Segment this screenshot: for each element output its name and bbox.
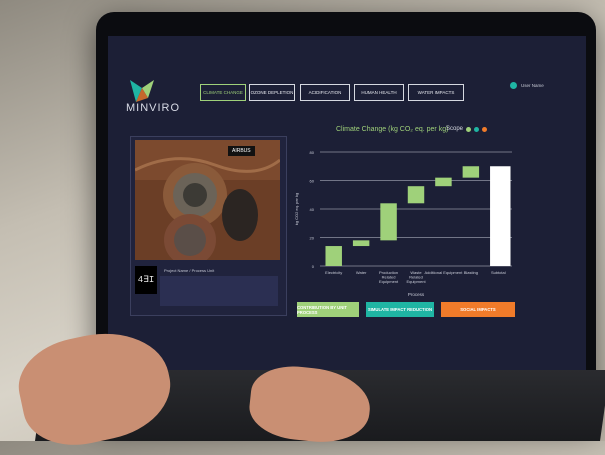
user-menu[interactable]: User Name [510, 82, 544, 89]
x-tick-label: Blasting [464, 270, 478, 275]
thumbnail[interactable]: 4∃I [135, 266, 157, 294]
app-logo-text: MINVIRO [126, 102, 181, 114]
bar [352, 240, 370, 247]
bar [325, 246, 342, 266]
scope-dot-1[interactable] [466, 126, 472, 132]
tab-climate-change[interactable]: CLIMATE CHANGE [200, 84, 246, 101]
contribution-by-unit-process-button[interactable]: CONTRIBUTION BY UNIT PROCESS [297, 302, 359, 317]
x-tick-label: Subtotal [491, 270, 506, 275]
y-tick-label: 80 [310, 150, 315, 155]
caption-box [160, 276, 278, 306]
x-tick-label: Additional Equipment [425, 270, 464, 275]
x-tick-label: Equipment [406, 279, 426, 284]
tab-human-health[interactable]: HUMAN HEALTH [354, 84, 404, 101]
x-axis-label: Process [408, 292, 425, 297]
x-tick-label: Electricity [325, 270, 342, 275]
simulate-impact-reduction-button[interactable]: SIMULATE IMPACT REDUCTION [366, 302, 434, 317]
bar [407, 186, 425, 204]
y-tick-label: 20 [310, 236, 315, 241]
y-axis-label: kg CO2 eq. per kg [294, 193, 299, 225]
tab-acidification[interactable]: ACIDIFICATION [300, 84, 350, 101]
image-caption: Project Name / Process Unit [164, 268, 215, 273]
satellite-mine-image [135, 140, 280, 260]
chart-title: Climate Change (kg CO₂ eq. per kg) [336, 126, 449, 133]
y-tick-label: 40 [310, 207, 315, 212]
y-tick-label: 60 [310, 179, 315, 184]
tab-water-impacts[interactable]: WATER IMPACTS [408, 84, 464, 101]
x-tick-label: Water [356, 270, 367, 275]
y-tick-label: 0 [312, 264, 315, 269]
social-impacts-button[interactable]: SOCIAL IMPACTS [441, 302, 515, 317]
tab-ozone-depletion[interactable]: OZONE DEPLETION [249, 84, 295, 101]
laptop-screen: MINVIRO CLIMATE CHANGE OZONE DEPLETION A… [108, 36, 586, 382]
airbus-badge: AIRBUS [228, 146, 255, 156]
scope-selector: Scope [446, 126, 488, 132]
bar [490, 166, 511, 266]
user-name: User Name [521, 83, 544, 88]
user-avatar-icon [510, 82, 517, 89]
scope-dot-2[interactable] [474, 126, 480, 132]
scope-label: Scope [446, 126, 464, 132]
scope-dot-3[interactable] [482, 126, 488, 132]
bar [435, 177, 452, 187]
bar [462, 166, 480, 178]
x-tick-label: Equipment [379, 279, 399, 284]
bar [380, 203, 397, 241]
waterfall-chart: 0 20 40 60 80 kg CO2 eq. per kg Electricity Wat… [294, 150, 512, 297]
